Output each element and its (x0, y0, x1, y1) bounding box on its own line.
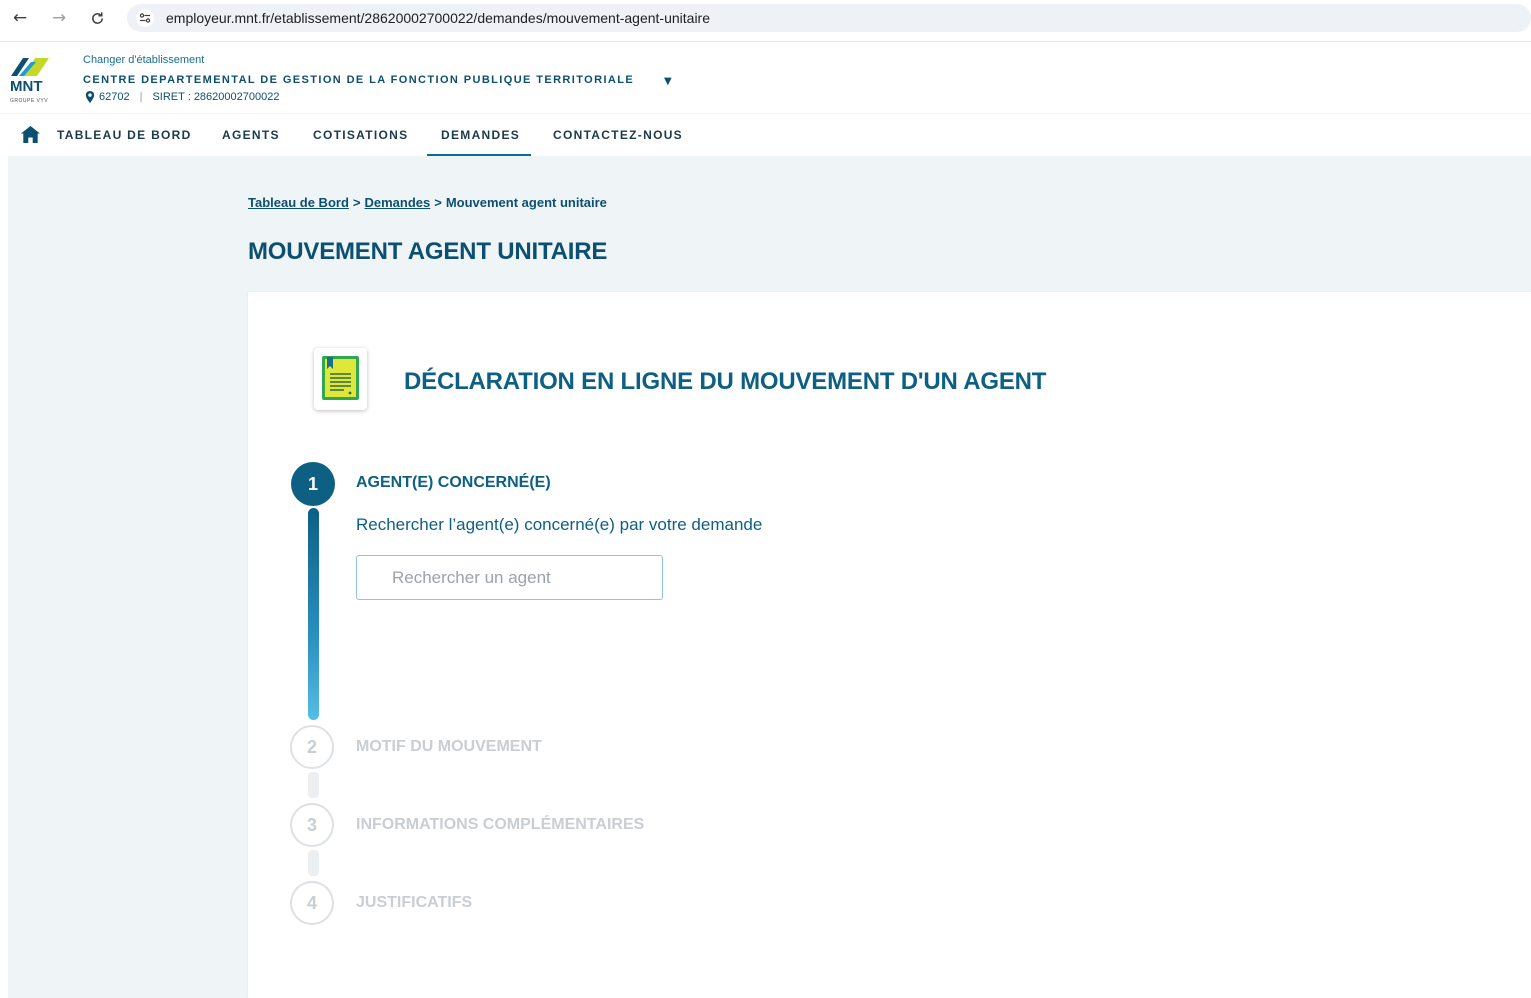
step-2-label: MOTIF DU MOUVEMENT (356, 738, 542, 755)
step-3-label: INFORMATIONS COMPLÉMENTAIRES (356, 816, 645, 833)
step-1-indicator: 1 (291, 462, 335, 506)
nav-cotisations[interactable]: COTISATIONS (313, 128, 408, 142)
siret-number: SIRET : 28620002700022 (152, 91, 280, 103)
main-nav: TABLEAU DE BORD AGENTS COTISATIONS DEMAN… (0, 114, 1531, 156)
declaration-card: DÉCLARATION EN LIGNE DU MOUVEMENT D'UN A… (248, 292, 1531, 998)
breadcrumb-separator: > (352, 195, 361, 210)
breadcrumb-separator: > (434, 195, 442, 210)
page-title: MOUVEMENT AGENT UNITAIRE (248, 238, 608, 265)
nav-demandes[interactable]: DEMANDES (441, 128, 520, 142)
mnt-logo-mark-icon (11, 58, 49, 76)
logo-text: MNT (10, 78, 43, 95)
step-connector (308, 772, 319, 798)
meta-separator: | (139, 91, 143, 103)
breadcrumb-current: Mouvement agent unitaire (445, 195, 607, 210)
step-1-label: AGENT(E) CONCERNÉ(E) (356, 474, 551, 491)
breadcrumb-demandes[interactable]: Demandes (364, 195, 430, 210)
back-arrow-icon[interactable]: ← (9, 7, 31, 29)
establishment-code: 62702 (99, 91, 130, 103)
reload-icon[interactable] (86, 7, 108, 29)
document-icon (314, 348, 367, 410)
caret-down-icon[interactable]: ▼ (664, 76, 672, 87)
step-3-indicator: 3 (290, 803, 334, 847)
search-description: Rechercher l’agent(e) concerné(e) par vo… (356, 515, 763, 534)
mnt-logo[interactable]: MNT GROUPE VYV (9, 52, 53, 106)
nav-contactez-nous[interactable]: CONTACTEZ-NOUS (553, 128, 683, 142)
home-icon[interactable] (21, 126, 40, 143)
agent-search-input[interactable] (356, 555, 663, 600)
change-establishment-link[interactable]: Changer d'établissement (83, 54, 204, 66)
card-title: DÉCLARATION EN LIGNE DU MOUVEMENT D'UN A… (404, 368, 1047, 395)
app-header: MNT GROUPE VYV Changer d'établissement C… (0, 42, 1531, 156)
address-bar[interactable]: employeur.mnt.fr/etablissement/286200027… (127, 4, 1531, 32)
breadcrumb: Tableau de Bord > Demandes > Mouvement agent… (248, 195, 607, 210)
logo-subtext: GROUPE VYV (10, 98, 49, 104)
step-connector (308, 850, 319, 876)
url-text[interactable]: employeur.mnt.fr/etablissement/286200027… (166, 10, 710, 26)
establishment-name[interactable]: CENTRE DEPARTEMENTAL DE GESTION DE LA FO… (83, 74, 634, 86)
breadcrumb-tableau-de-bord[interactable]: Tableau de Bord (248, 195, 349, 210)
browser-toolbar: ← → employeur.mnt.fr/etablissement/28620… (0, 0, 1531, 36)
nav-agents[interactable]: AGENTS (222, 128, 280, 142)
nav-tableau-de-bord[interactable]: TABLEAU DE BORD (57, 128, 192, 142)
forward-arrow-icon[interactable]: → (48, 7, 70, 29)
establishment-meta: 62702 | SIRET : 28620002700022 (85, 91, 279, 103)
step-4-indicator: 4 (290, 881, 334, 925)
site-settings-icon[interactable] (136, 9, 154, 27)
step-4-label: JUSTIFICATIFS (356, 894, 473, 911)
step-1-progress-bar (308, 508, 319, 720)
location-pin-icon (85, 91, 95, 103)
step-2-indicator: 2 (290, 725, 334, 769)
